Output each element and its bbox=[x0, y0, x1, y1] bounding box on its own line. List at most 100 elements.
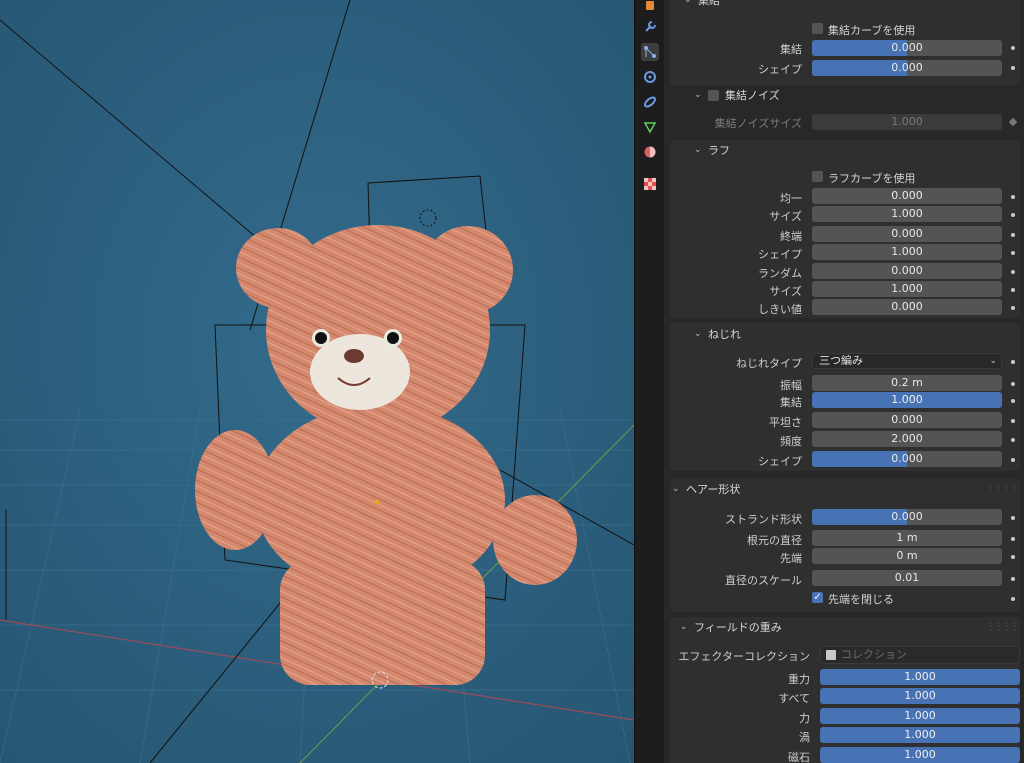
keyframe-dot[interactable] bbox=[1011, 516, 1015, 520]
clump-amount-field[interactable]: 0.000 bbox=[812, 40, 1002, 56]
kink-shape-label: シェイプ bbox=[758, 455, 802, 468]
root-diameter-field[interactable]: 1 m bbox=[812, 530, 1002, 546]
keyframe-dot[interactable] bbox=[1011, 438, 1015, 442]
rough-random-field[interactable]: 0.000 bbox=[812, 263, 1002, 279]
rough-threshold-field[interactable]: 0.000 bbox=[812, 299, 1002, 315]
kink-title: ねじれ bbox=[708, 328, 741, 341]
3d-viewport[interactable] bbox=[0, 0, 634, 763]
keyframe-dot[interactable] bbox=[1011, 195, 1015, 199]
kink-flat-label: 平坦さ bbox=[769, 416, 802, 429]
close-tip-checkbox[interactable]: ✓ bbox=[812, 592, 823, 603]
kink-header[interactable]: ⌄ ねじれ bbox=[670, 324, 1020, 344]
keyframe-dot[interactable] bbox=[1011, 270, 1015, 274]
object-data-icon[interactable] bbox=[641, 0, 659, 14]
clump-amount-label: 集結 bbox=[780, 43, 802, 56]
keyframe-dot[interactable] bbox=[1011, 537, 1015, 541]
keyframe-dot[interactable] bbox=[1011, 288, 1015, 292]
gravity-field[interactable]: 1.000 bbox=[820, 669, 1020, 685]
material-icon[interactable] bbox=[641, 143, 659, 161]
properties-tab-bar bbox=[634, 0, 665, 763]
wrench-modifier-icon[interactable] bbox=[641, 18, 659, 36]
clump-noise-size-field[interactable]: 1.000 bbox=[812, 114, 1002, 130]
keyframe-diamond-icon[interactable] bbox=[1008, 117, 1018, 127]
rough-uniform-size-field[interactable]: 1.000 bbox=[812, 206, 1002, 222]
clump-noise-header[interactable]: ⌄ 集結ノイズ bbox=[670, 85, 1020, 105]
keyframe-dot[interactable] bbox=[1011, 306, 1015, 310]
use-rough-curve-checkbox[interactable] bbox=[812, 171, 823, 182]
chevron-down-icon: ⌄ bbox=[694, 329, 702, 339]
use-clump-curve-checkbox[interactable] bbox=[812, 23, 823, 34]
keyframe-dot[interactable] bbox=[1011, 399, 1015, 403]
tip-diameter-field[interactable]: 0 m bbox=[812, 548, 1002, 564]
properties-editor: ⌄ 集結 集結カーブを使用 集結 0.000 シェイプ 0.000 ⌄ 集結ノイズ … bbox=[664, 0, 1024, 763]
field-weights-title: フィールドの重み bbox=[694, 621, 782, 634]
rough-end-shape-field[interactable]: 1.000 bbox=[812, 244, 1002, 260]
chevron-down-icon: ⌄ bbox=[684, 0, 692, 5]
effector-collection-field[interactable]: コレクション bbox=[820, 646, 1020, 664]
chevron-down-icon: ⌄ bbox=[694, 90, 702, 100]
rough-uniform-size-label: サイズ bbox=[769, 210, 802, 223]
rough-end-field[interactable]: 0.000 bbox=[812, 226, 1002, 242]
kink-clump-label: 集結 bbox=[780, 396, 802, 409]
texture-icon[interactable] bbox=[641, 175, 659, 193]
kink-type-label: ねじれタイプ bbox=[736, 357, 802, 370]
kink-amplitude-field[interactable]: 0.2 m bbox=[812, 375, 1002, 391]
kink-amplitude-label: 振幅 bbox=[780, 379, 802, 392]
keyframe-dot[interactable] bbox=[1011, 597, 1015, 601]
particles-icon[interactable] bbox=[641, 43, 659, 61]
clump-shape-field[interactable]: 0.000 bbox=[812, 60, 1002, 76]
hair-shape-header[interactable]: ⌄ ヘアー形状 bbox=[670, 479, 1020, 499]
keyframe-dot[interactable] bbox=[1011, 233, 1015, 237]
kink-shape-field[interactable]: 0.000 bbox=[812, 451, 1002, 467]
keyframe-dot[interactable] bbox=[1011, 382, 1015, 386]
rough-random-label: ランダム bbox=[758, 267, 802, 280]
effector-collection-label: エフェクターコレクション bbox=[678, 650, 810, 663]
rough-threshold-label: しきい値 bbox=[758, 303, 802, 316]
physics-icon[interactable] bbox=[641, 68, 659, 86]
chevron-down-icon: ⌄ bbox=[672, 484, 680, 494]
kink-flat-field[interactable]: 0.000 bbox=[812, 412, 1002, 428]
magnetic-label: 磁石 bbox=[788, 751, 810, 763]
force-field[interactable]: 1.000 bbox=[820, 708, 1020, 724]
rough-random-size-field[interactable]: 1.000 bbox=[812, 281, 1002, 297]
clump-noise-size-label: 集結ノイズサイズ bbox=[714, 117, 802, 130]
chevron-down-icon: ⌄ bbox=[680, 622, 688, 632]
clump-title: 集結 bbox=[698, 0, 720, 7]
chevron-down-icon: ⌄ bbox=[694, 145, 702, 155]
drag-handle-icon[interactable]: ⋮⋮⋮⋮ bbox=[986, 622, 1019, 632]
effector-collection-placeholder: コレクション bbox=[841, 648, 907, 661]
rough-header[interactable]: ⌄ ラフ bbox=[670, 140, 1020, 160]
drag-handle-icon[interactable]: ⋮⋮⋮⋮ bbox=[986, 484, 1019, 494]
keyframe-dot[interactable] bbox=[1011, 458, 1015, 462]
rough-uniform-field[interactable]: 0.000 bbox=[812, 188, 1002, 204]
field-weights-header[interactable]: ⌄ フィールドの重み bbox=[670, 617, 1020, 637]
constraints-icon[interactable] bbox=[641, 93, 659, 111]
clump-header[interactable]: ⌄ 集結 bbox=[670, 0, 1020, 10]
keyframe-dot[interactable] bbox=[1011, 251, 1015, 255]
keyframe-dot[interactable] bbox=[1011, 555, 1015, 559]
keyframe-dot[interactable] bbox=[1011, 66, 1015, 70]
keyframe-dot[interactable] bbox=[1011, 419, 1015, 423]
keyframe-dot[interactable] bbox=[1011, 360, 1015, 364]
kink-clump-field[interactable]: 1.000 bbox=[812, 392, 1002, 408]
chevron-down-icon: ⌄ bbox=[989, 356, 997, 366]
use-rough-curve-label: ラフカーブを使用 bbox=[828, 172, 916, 185]
collection-box-icon bbox=[826, 650, 836, 660]
vortex-field[interactable]: 1.000 bbox=[820, 727, 1020, 743]
keyframe-dot[interactable] bbox=[1011, 577, 1015, 581]
strand-shape-field[interactable]: 0.000 bbox=[812, 509, 1002, 525]
keyframe-dot[interactable] bbox=[1011, 213, 1015, 217]
kink-frequency-field[interactable]: 2.000 bbox=[812, 431, 1002, 447]
all-field[interactable]: 1.000 bbox=[820, 688, 1020, 704]
kink-type-dropdown[interactable]: 三つ編み ⌄ bbox=[812, 353, 1002, 369]
mesh-data-icon[interactable] bbox=[641, 118, 659, 136]
magnetic-field[interactable]: 1.000 bbox=[820, 747, 1020, 763]
diameter-scale-field[interactable]: 0.01 bbox=[812, 570, 1002, 586]
keyframe-dot[interactable] bbox=[1011, 46, 1015, 50]
use-clump-curve-label: 集結カーブを使用 bbox=[828, 24, 916, 37]
clump-noise-title: 集結ノイズ bbox=[725, 89, 780, 102]
rough-end-label: 終端 bbox=[780, 230, 802, 243]
clump-noise-checkbox[interactable] bbox=[708, 89, 719, 101]
hair-shape-title: ヘアー形状 bbox=[686, 483, 741, 496]
rough-title: ラフ bbox=[708, 144, 730, 157]
